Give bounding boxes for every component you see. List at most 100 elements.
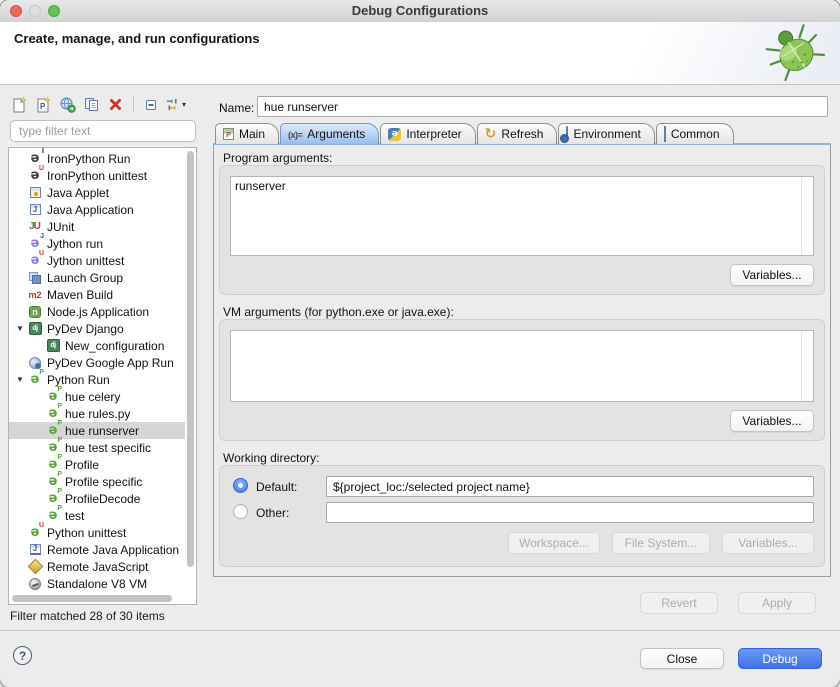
program-arguments-textarea[interactable]: runserver — [231, 177, 801, 255]
close-button[interactable]: Close — [640, 648, 724, 669]
expanded-arrow-icon[interactable]: ▼ — [13, 375, 27, 384]
workspace-button[interactable]: Workspace... — [508, 532, 600, 554]
remote-java-icon: J — [27, 542, 43, 557]
tree-item-standalone-v8-vm[interactable]: Standalone V8 VM — [9, 575, 185, 592]
help-button[interactable]: ? — [13, 646, 32, 665]
expanded-arrow-icon[interactable]: ▼ — [13, 324, 27, 333]
other-directory-input[interactable] — [326, 502, 814, 523]
tree-item-label: Maven Build — [47, 288, 113, 302]
default-directory-input[interactable] — [326, 476, 814, 497]
name-input[interactable] — [257, 96, 828, 117]
tab-interpreter[interactable]: əInterpreter — [380, 123, 475, 144]
filter-arrows-icon — [165, 96, 181, 113]
tree-item-hue-runserver[interactable]: əPhue runserver — [9, 422, 185, 439]
tab-refresh[interactable]: ↻Refresh — [477, 123, 558, 144]
new-configuration-button[interactable] — [9, 94, 30, 115]
gae-icon — [27, 355, 43, 370]
tree-item-python-unittest[interactable]: əUPython unittest — [9, 524, 185, 541]
tree-item-label: IronPython Run — [47, 152, 130, 166]
program-arguments-group: runserver Variables... — [219, 165, 825, 295]
duplicate-icon — [83, 96, 100, 113]
tree-item-hue-test-specific[interactable]: əPhue test specific — [9, 439, 185, 456]
nodejs-icon: n — [27, 304, 43, 319]
other-radio[interactable] — [233, 504, 248, 519]
toolbar-divider — [133, 96, 134, 112]
tree-item-pydev-google-app-run[interactable]: PyDev Google App Run — [9, 354, 185, 371]
apply-button[interactable]: Apply — [738, 592, 816, 614]
tree-item-new-configuration[interactable]: djNew_configuration — [9, 337, 185, 354]
vm-arguments-group: Variables... — [219, 319, 825, 441]
vm-arguments-textarea[interactable] — [231, 331, 801, 401]
delete-x-icon — [107, 96, 124, 113]
tree-item-label: Python Run — [47, 373, 110, 387]
tree-item-junit[interactable]: JUJUnit — [9, 218, 185, 235]
tree-vertical-scrollbar — [186, 149, 195, 593]
tree-item-profiledecode[interactable]: əPProfileDecode — [9, 490, 185, 507]
tree-item-jython-run[interactable]: əJ Jython run — [9, 235, 185, 252]
program-arguments-variables-button[interactable]: Variables... — [730, 264, 814, 286]
tab-bar: PMain(x)=ArgumentsəInterpreter↻Refresh En… — [215, 122, 735, 144]
tree-item-label: hue test specific — [65, 441, 151, 455]
duplicate-configuration-button[interactable] — [81, 94, 102, 115]
tree-item-test[interactable]: əPtest — [9, 507, 185, 524]
default-radio-label: Default: — [256, 480, 297, 494]
tab-environment[interactable]: Environment — [558, 123, 654, 144]
tree-item-hue-rules-py[interactable]: əPhue rules.py — [9, 405, 185, 422]
tree-item-pydev-django[interactable]: ▼djPyDev Django — [9, 320, 185, 337]
tree-item-ironpython-run[interactable]: əIIronPython Run — [9, 150, 185, 167]
vm-arguments-scrollbar[interactable] — [801, 331, 813, 401]
tree-item-maven-build[interactable]: m2Maven Build — [9, 286, 185, 303]
tree-item-launch-group[interactable]: Launch Group — [9, 269, 185, 286]
tree-item-remote-java-application[interactable]: JRemote Java Application — [9, 541, 185, 558]
program-arguments-scrollbar[interactable] — [801, 177, 813, 255]
tree-vertical-scrollbar-thumb[interactable] — [187, 151, 194, 567]
tab-label: Environment — [573, 127, 640, 141]
tree-item-jython-unittest[interactable]: əUJython unittest — [9, 252, 185, 269]
tree-item-python-run[interactable]: ▼əP Python Run — [9, 371, 185, 388]
tree-item-ironpython-unittest[interactable]: əUIronPython unittest — [9, 167, 185, 184]
tree-item-label: Jython run — [47, 237, 103, 251]
other-radio-label: Other: — [256, 506, 289, 520]
tree-item-label: Node.js Application — [47, 305, 149, 319]
vm-arguments-variables-button[interactable]: Variables... — [730, 410, 814, 432]
collapse-all-button[interactable] — [141, 94, 162, 115]
revert-button[interactable]: Revert — [640, 592, 718, 614]
debug-button[interactable]: Debug — [738, 648, 822, 669]
tab-arguments[interactable]: (x)=Arguments — [280, 123, 379, 144]
tab-label: Interpreter — [406, 127, 461, 141]
python-run-icon: əP — [45, 406, 61, 421]
window-title: Debug Configurations — [0, 0, 840, 22]
tree-item-hue-celery[interactable]: əPhue celery — [9, 388, 185, 405]
configurations-toolbar: P — [9, 92, 186, 116]
python-run-icon: əP — [45, 474, 61, 489]
working-directory-variables-button[interactable]: Variables... — [722, 532, 814, 554]
jython-run-icon: əJ — [27, 236, 43, 251]
new-document-plus-icon — [11, 96, 28, 113]
file-system-button[interactable]: File System... — [612, 532, 710, 554]
collapse-all-icon — [143, 96, 160, 113]
configurations-tree: əIIronPython RunəUIronPython unittestJav… — [8, 147, 197, 605]
filter-input[interactable] — [10, 120, 196, 142]
tree-item-profile-specific[interactable]: əPProfile specific — [9, 473, 185, 490]
title-bar[interactable]: Debug Configurations — [0, 0, 840, 23]
program-arguments-label: Program arguments: — [223, 151, 332, 165]
python-run-icon: əP — [27, 372, 43, 387]
tree-item-java-applet[interactable]: Java Applet — [9, 184, 185, 201]
tree-horizontal-scrollbar-thumb[interactable] — [12, 595, 172, 602]
new-prototype-button[interactable]: P — [33, 94, 54, 115]
tree-item-remote-javascript[interactable]: Remote JavaScript — [9, 558, 185, 575]
env-tab-icon — [566, 127, 568, 141]
export-configurations-button[interactable] — [57, 94, 78, 115]
default-radio[interactable] — [233, 478, 248, 493]
tab-common[interactable]: Common — [656, 123, 734, 144]
tree-item-profile[interactable]: əPProfile — [9, 456, 185, 473]
delete-configuration-button[interactable] — [105, 94, 126, 115]
tab-main[interactable]: PMain — [215, 123, 279, 144]
tree-item-label: Python unittest — [47, 526, 126, 540]
junit-icon: JU — [27, 219, 43, 234]
tree-item-label: Standalone V8 VM — [47, 577, 147, 591]
filter-configurations-button[interactable]: ▾ — [165, 94, 186, 115]
tree-item-java-application[interactable]: JJava Application — [9, 201, 185, 218]
v8-icon — [27, 576, 43, 591]
tree-item-node-js-application[interactable]: n Node.js Application — [9, 303, 185, 320]
